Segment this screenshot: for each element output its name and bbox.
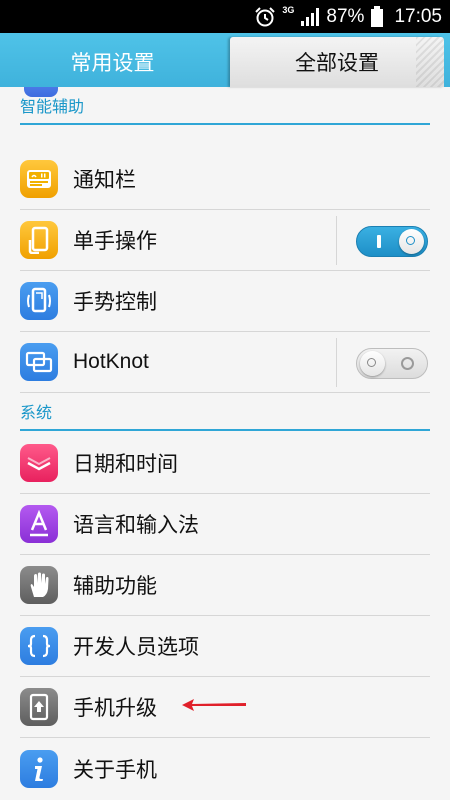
- list-item-label: 通知栏: [73, 168, 136, 192]
- list-item-label: 关于手机: [73, 757, 157, 782]
- info-icon: [20, 749, 58, 788]
- language-icon: [20, 505, 58, 543]
- tab-stripe-decoration: [416, 37, 444, 87]
- toggle-knob: [360, 351, 385, 376]
- list-item-accessibility[interactable]: 辅助功能: [20, 555, 430, 616]
- hotknot-icon: [20, 343, 58, 381]
- list-item-label: 开发人员选项: [73, 635, 199, 659]
- gesture-icon: [20, 282, 58, 320]
- hand-icon: [20, 566, 58, 604]
- battery-icon: [371, 5, 384, 27]
- tab-all-settings[interactable]: 全部设置: [230, 37, 444, 87]
- list-item-label: HotKnot: [73, 350, 149, 373]
- list-item-hotknot[interactable]: HotKnot: [20, 332, 430, 393]
- clock-time: 17:05: [394, 5, 442, 27]
- toggle-divider: [336, 338, 337, 387]
- tab-bar: 常用设置 全部设置: [0, 33, 450, 87]
- list-item-developer-options[interactable]: 开发人员选项: [20, 616, 430, 677]
- list-item-notification-bar[interactable]: 通知栏: [20, 149, 430, 210]
- battery-percent: 87%: [326, 5, 365, 27]
- tab-common-settings[interactable]: 常用设置: [0, 37, 225, 87]
- toggle-off-mark: [401, 357, 414, 370]
- toggle-on-mark: [377, 235, 381, 248]
- list-item-about-phone[interactable]: 关于手机: [20, 738, 430, 799]
- alarm-icon: [255, 6, 276, 26]
- status-bar: 3G 87% 17:05: [0, 0, 450, 33]
- clock-icon: [20, 444, 58, 482]
- annotation-arrow-icon: [182, 699, 246, 711]
- update-icon: [20, 688, 58, 726]
- settings-list[interactable]: 智能辅助 通知栏 单手操作 手势控制 HotKnot 系统 日期和时间 语言和输…: [0, 87, 450, 800]
- hotknot-toggle[interactable]: [356, 348, 428, 379]
- list-item-gesture[interactable]: 手势控制: [20, 271, 430, 332]
- section-header-smart: 智能辅助: [20, 87, 430, 125]
- one-hand-toggle[interactable]: [356, 226, 428, 257]
- list-item-label: 日期和时间: [73, 452, 178, 476]
- tab-all-settings-label: 全部设置: [295, 51, 379, 75]
- notification-bar-icon: [20, 160, 58, 198]
- toggle-divider: [336, 216, 337, 265]
- list-item-label: 辅助功能: [73, 574, 157, 598]
- network-type: 3G: [282, 4, 295, 15]
- signal-icon: [301, 7, 320, 26]
- list-item-label: 手势控制: [73, 290, 157, 314]
- toggle-knob: [399, 229, 424, 254]
- braces-icon: [20, 627, 58, 665]
- list-item-label: 手机升级: [73, 696, 157, 720]
- list-item-label: 单手操作: [73, 229, 157, 253]
- list-item-one-hand[interactable]: 单手操作: [20, 210, 430, 271]
- list-item-date-time[interactable]: 日期和时间: [20, 433, 430, 494]
- section-header-system: 系统: [20, 393, 430, 431]
- list-item-label: 语言和输入法: [73, 513, 199, 537]
- one-hand-icon: [20, 221, 58, 259]
- list-item-language[interactable]: 语言和输入法: [20, 494, 430, 555]
